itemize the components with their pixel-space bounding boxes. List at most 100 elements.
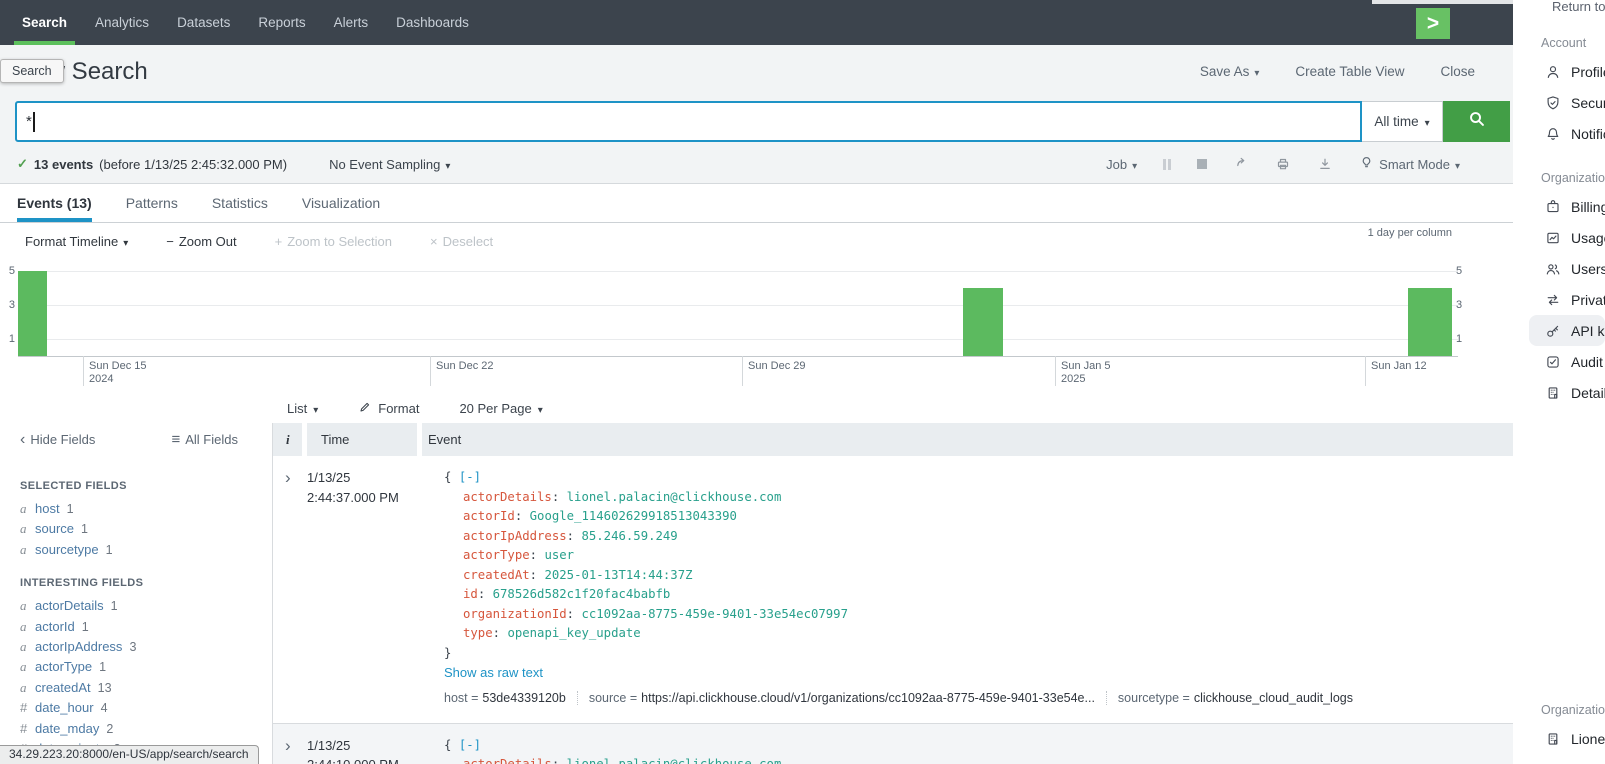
stop-job-icon[interactable] — [1197, 159, 1207, 169]
field-item-host[interactable]: ahost1 — [20, 499, 272, 519]
nav-item-datasets[interactable]: Datasets — [163, 0, 244, 45]
event-expand-cell[interactable] — [273, 468, 307, 714]
x-axis-line — [18, 356, 1458, 357]
job-menu[interactable]: Job — [1106, 157, 1137, 172]
nav-item-reports[interactable]: Reports — [244, 0, 319, 45]
meta-value: https://api.clickhouse.cloud/v1/organiza… — [641, 691, 1095, 705]
settings-item-notifications[interactable]: Notifications — [1513, 118, 1605, 149]
nav-item-alerts[interactable]: Alerts — [320, 0, 383, 45]
numeric-field-icon: # — [20, 698, 28, 718]
field-item-sourcetype[interactable]: asourcetype1 — [20, 540, 272, 560]
field-name: actorDetails — [35, 596, 104, 616]
event-content-cell: { [-]actorDetails: lionel.palacin@clickh… — [423, 736, 1513, 764]
all-fields-button[interactable]: All Fields — [171, 431, 238, 448]
settings-item-usage[interactable]: Usage — [1513, 222, 1605, 253]
settings-item-billing[interactable]: Billing — [1513, 191, 1605, 222]
pause-job-icon[interactable] — [1163, 159, 1171, 170]
field-item-actorType[interactable]: aactorType1 — [20, 657, 272, 677]
expand-chevron-icon[interactable] — [285, 738, 291, 755]
settings-item-lionel[interactable]: Lionel — [1513, 723, 1605, 754]
field-item-actorDetails[interactable]: aactorDetails1 — [20, 596, 272, 616]
show-raw-text-link[interactable]: Show as raw text — [444, 663, 543, 683]
format-menu[interactable]: Format — [358, 400, 419, 417]
field-name: actorId — [35, 617, 75, 637]
timeline-bar[interactable] — [963, 288, 1003, 356]
nav-item-search[interactable]: Search — [8, 0, 81, 45]
save-as-button[interactable]: Save As — [1200, 64, 1260, 79]
events-table-header: i Time Event — [273, 423, 1513, 456]
per-page-menu[interactable]: 20 Per Page — [459, 401, 542, 416]
timeline-bar[interactable] — [1408, 288, 1452, 356]
field-item-actorId[interactable]: aactorId1 — [20, 617, 272, 637]
json-close-line: } — [444, 644, 1513, 664]
close-button[interactable]: Close — [1440, 64, 1475, 79]
field-item-actorIpAddress[interactable]: aactorIpAddress3 — [20, 637, 272, 657]
event-date: 1/13/25 — [307, 468, 423, 488]
tab-visualization[interactable]: Visualization — [302, 184, 380, 222]
timeline-bar[interactable] — [18, 271, 47, 356]
event-json: { [-]actorDetails: lionel.palacin@clickh… — [444, 736, 1513, 764]
settings-item-api-keys[interactable]: API keys — [1529, 315, 1605, 346]
json-collapse-toggle[interactable]: [-] — [459, 470, 481, 484]
create-table-view-button[interactable]: Create Table View — [1295, 64, 1404, 79]
text-field-icon: a — [20, 617, 28, 637]
event-meta-source[interactable]: source =https://api.clickhouse.cloud/v1/… — [577, 691, 1095, 705]
field-item-date_hour[interactable]: #date_hour4 — [20, 698, 272, 718]
list-view-menu[interactable]: List — [287, 401, 318, 416]
settings-item-security[interactable]: Security — [1513, 87, 1605, 118]
timeline-controls: Format Timeline −Zoom Out +Zoom to Selecti… — [0, 223, 1513, 259]
tab-statistics[interactable]: Statistics — [212, 184, 268, 222]
share-icon[interactable] — [1233, 156, 1249, 172]
settings-item-label: API keys — [1571, 323, 1605, 339]
nav-item-dashboards[interactable]: Dashboards — [382, 0, 483, 45]
fields-list: SELECTED FIELDS ahost1asource1asourcetyp… — [0, 456, 272, 759]
settings-item-users[interactable]: Users — [1513, 253, 1605, 284]
tab-events[interactable]: Events (13) — [17, 184, 92, 222]
job-status-row: 13 events (before 1/13/25 2:45:32.000 PM… — [17, 150, 1460, 178]
clickhouse-settings-panel: Return to AccountProfileSecurityNotifica… — [1513, 0, 1605, 764]
event-meta-host[interactable]: host =53de4339120b — [444, 691, 566, 705]
expand-chevron-icon[interactable] — [285, 470, 291, 487]
json-collapse-toggle[interactable]: [-] — [459, 738, 481, 752]
event-time-cell: 1/13/252:44:37.000 PM — [307, 468, 423, 714]
nav-item-analytics[interactable]: Analytics — [81, 0, 163, 45]
event-expand-cell[interactable] — [273, 736, 307, 764]
event-meta-sourcetype[interactable]: sourcetype =clickhouse_cloud_audit_logs — [1106, 691, 1353, 705]
event-sampling-menu[interactable]: No Event Sampling — [329, 157, 450, 172]
field-item-createdAt[interactable]: acreatedAt13 — [20, 678, 272, 698]
field-count: 13 — [98, 678, 112, 698]
timeline-zoom-to-selection: +Zoom to Selection — [275, 234, 392, 249]
return-to-link[interactable]: Return to — [1513, 0, 1605, 14]
settings-item-audit[interactable]: Audit — [1513, 346, 1605, 377]
timeline-format-timeline[interactable]: Format Timeline — [25, 234, 128, 249]
x-axis-tick — [1055, 356, 1056, 386]
column-header-time: Time — [307, 423, 417, 456]
events-timeline-chart: 113355Sun Dec 152024Sun Dec 22Sun Dec 29… — [0, 259, 1513, 393]
splunk-logo[interactable]: > — [1416, 8, 1450, 39]
x-axis-tick-label: Sun Dec 29 — [748, 360, 805, 373]
settings-item-profile[interactable]: Profile — [1513, 56, 1605, 87]
export-icon[interactable] — [1317, 156, 1333, 172]
search-icon — [1468, 110, 1486, 133]
settings-item-label: Private Endpoints — [1571, 292, 1605, 308]
field-count: 3 — [129, 637, 136, 657]
settings-item-label: Audit — [1571, 354, 1603, 370]
splunk-app-window: SearchAnalyticsDatasetsReportsAlertsDash… — [0, 0, 1513, 764]
field-item-source[interactable]: asource1 — [20, 519, 272, 539]
settings-item-private-endpoints[interactable]: Private Endpoints — [1513, 284, 1605, 315]
search-submit-button[interactable] — [1443, 101, 1510, 142]
hide-fields-button[interactable]: Hide Fields — [20, 431, 95, 449]
json-field-line: actorDetails: lionel.palacin@clickhouse.… — [444, 755, 1513, 764]
json-key: actorIpAddress — [463, 529, 567, 543]
x-axis-tick-label: Sun Dec 22 — [436, 360, 493, 373]
field-item-date_mday[interactable]: #date_mday2 — [20, 719, 272, 739]
print-icon[interactable] — [1275, 156, 1291, 172]
tab-patterns[interactable]: Patterns — [126, 184, 178, 222]
settings-item-details[interactable]: Details — [1513, 377, 1605, 408]
timeline-zoom-out[interactable]: −Zoom Out — [166, 234, 236, 249]
smart-mode-menu[interactable]: Smart Mode — [1359, 155, 1460, 173]
time-range-picker[interactable]: All time — [1362, 101, 1443, 142]
search-input[interactable]: * — [15, 101, 1362, 142]
section-header-organizations: Organizations — [1513, 703, 1605, 717]
list-icon — [171, 431, 180, 448]
